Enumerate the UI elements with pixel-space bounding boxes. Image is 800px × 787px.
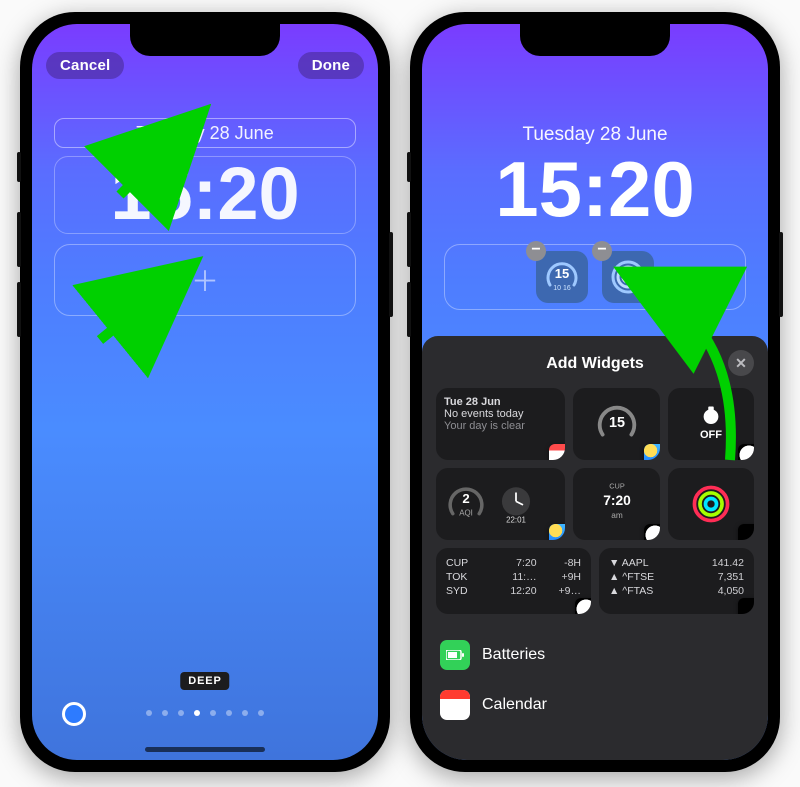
pager-dot-active — [194, 710, 200, 716]
notch — [130, 24, 280, 56]
suggested-widget-calendar[interactable]: Tue 28 Jun No events today Your day is c… — [436, 388, 565, 460]
add-widgets-sheet: Add Widgets ✕ Tue 28 Jun No events today… — [422, 336, 768, 760]
clock-app-icon — [738, 444, 754, 460]
weather-gauge-icon: 15 — [593, 400, 641, 448]
activity-rings-icon — [608, 257, 648, 297]
pager-dot — [242, 710, 248, 716]
wallpaper-style-label: DEEP — [180, 672, 229, 690]
wide-widget-row: CUP7:20-8H TOK11:…+9H SYD12:20+9… ▼ AAPL… — [436, 548, 754, 614]
placed-widget-activity[interactable]: − — [602, 251, 654, 303]
clock-app-icon — [644, 524, 660, 540]
batteries-app-icon — [440, 640, 470, 670]
notch — [520, 24, 670, 56]
svg-text:15: 15 — [609, 415, 625, 431]
close-icon: ✕ — [735, 355, 747, 372]
calendar-app-icon — [549, 444, 565, 460]
app-list-item-calendar[interactable]: Calendar — [436, 680, 754, 730]
silent-switch — [17, 152, 21, 182]
placed-widgets-row[interactable]: − 15 10 16 − — [444, 244, 746, 310]
activity-rings-icon — [688, 481, 734, 527]
suggested-widget-world-clock[interactable]: CUP7:20-8H TOK11:…+9H SYD12:20+9… — [436, 548, 591, 614]
iphone-frame-left: Cancel Done Tuesday 28 June 15:20 ＋ DEEP — [20, 12, 390, 772]
clock-app-icon — [575, 598, 591, 614]
svg-text:22:01: 22:01 — [506, 515, 526, 524]
volume-down — [407, 282, 411, 337]
pager-dot — [162, 710, 168, 716]
weather-app-icon — [644, 444, 660, 460]
pager-dot — [146, 710, 152, 716]
color-picker-button[interactable] — [62, 702, 86, 726]
lockscreen-widget-sheet: Tuesday 28 June 15:20 − 15 10 16 − — [422, 24, 768, 760]
svg-text:10 16: 10 16 — [553, 285, 571, 292]
svg-text:am: am — [611, 511, 623, 520]
pager-dot — [210, 710, 216, 716]
silent-switch — [407, 152, 411, 182]
table-row: ▼ AAPL141.42 — [607, 556, 746, 570]
app-label: Calendar — [482, 696, 547, 714]
remove-widget-icon[interactable]: − — [526, 241, 546, 261]
lockscreen-date: Tuesday 28 June — [422, 124, 768, 146]
sheet-title: Add Widgets ✕ — [436, 350, 754, 378]
power-button — [779, 232, 783, 317]
calendar-app-icon — [440, 690, 470, 720]
lockscreen-time: 15:20 — [422, 144, 768, 235]
volume-up — [407, 212, 411, 267]
volume-up — [17, 212, 21, 267]
svg-text:CUP: CUP — [609, 481, 625, 490]
power-button — [389, 232, 393, 317]
table-row: CUP7:20-8H — [444, 556, 583, 570]
home-indicator — [145, 747, 265, 752]
volume-down — [17, 282, 21, 337]
suggested-widget-city-clock[interactable]: CUP 7:20 am — [573, 468, 659, 540]
table-row: TOK11:…+9H — [444, 570, 583, 584]
weather-gauge-icon: 15 10 16 — [542, 257, 582, 297]
alarm-icon: OFF — [688, 401, 734, 447]
table-row: ▲ ^FTSE7,351 — [607, 570, 746, 584]
cal-line2: No events today — [444, 408, 557, 420]
aqi-gauge-icon: 2 AQI — [444, 482, 488, 526]
svg-text:15: 15 — [555, 266, 569, 281]
stocks-app-icon — [738, 598, 754, 614]
date-widget-slot[interactable]: Tuesday 28 June — [54, 118, 356, 148]
plus-icon: ＋ — [191, 260, 219, 300]
svg-text:OFF: OFF — [700, 429, 722, 441]
svg-text:AQI: AQI — [459, 508, 473, 517]
world-clock-table: CUP7:20-8H TOK11:…+9H SYD12:20+9… — [444, 556, 583, 599]
city-clock-icon: CUP 7:20 am — [594, 479, 640, 529]
pager-dot — [178, 710, 184, 716]
widget-suggestions-grid: Tue 28 Jun No events today Your day is c… — [436, 388, 754, 540]
app-list-item-batteries[interactable]: Batteries — [436, 630, 754, 680]
cal-date: Tue 28 Jun — [444, 396, 557, 408]
clock-widget-slot[interactable]: 15:20 — [54, 156, 356, 234]
app-label: Batteries — [482, 646, 545, 664]
pager-dot — [226, 710, 232, 716]
add-widget-slot[interactable]: ＋ — [54, 244, 356, 316]
suggested-widget-aqi-and-clock[interactable]: 2 AQI 22:01 — [436, 468, 565, 540]
done-button[interactable]: Done — [298, 52, 364, 79]
lockscreen-editor: Cancel Done Tuesday 28 June 15:20 ＋ DEEP — [32, 24, 378, 760]
weather-app-icon — [549, 524, 565, 540]
sheet-title-text: Add Widgets — [546, 355, 644, 373]
fitness-app-icon — [738, 524, 754, 540]
table-row: SYD12:20+9… — [444, 584, 583, 598]
svg-text:2: 2 — [462, 491, 469, 506]
suggested-widget-weather[interactable]: 15 — [573, 388, 659, 460]
cancel-button[interactable]: Cancel — [46, 52, 124, 79]
suggested-widget-stocks[interactable]: ▼ AAPL141.42 ▲ ^FTSE7,351 ▲ ^FTAS4,050 — [599, 548, 754, 614]
close-sheet-button[interactable]: ✕ — [728, 350, 754, 376]
suggested-widget-alarm[interactable]: OFF — [668, 388, 754, 460]
iphone-frame-right: Tuesday 28 June 15:20 − 15 10 16 − — [410, 12, 780, 772]
remove-widget-icon[interactable]: − — [592, 241, 612, 261]
stocks-table: ▼ AAPL141.42 ▲ ^FTSE7,351 ▲ ^FTAS4,050 — [607, 556, 746, 599]
suggested-widget-activity[interactable] — [668, 468, 754, 540]
svg-text:7:20: 7:20 — [603, 493, 631, 508]
table-row: ▲ ^FTAS4,050 — [607, 584, 746, 598]
pager-dot — [258, 710, 264, 716]
app-widget-list: Batteries Calendar — [436, 630, 754, 730]
placed-widget-weather[interactable]: − 15 10 16 — [536, 251, 588, 303]
analog-clock-icon: 22:01 — [494, 482, 538, 526]
cal-line3: Your day is clear — [444, 420, 557, 432]
